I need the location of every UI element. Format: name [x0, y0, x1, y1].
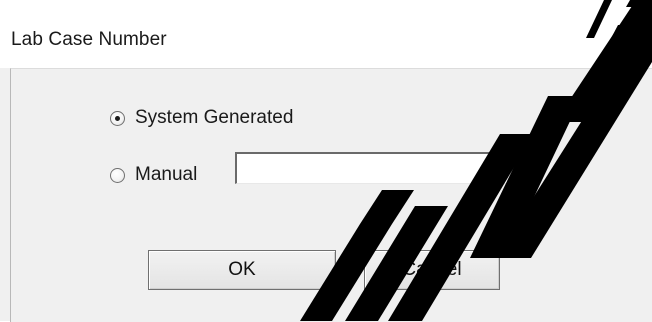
radio-button-unselected-icon[interactable]: [110, 167, 125, 183]
radio-system-generated[interactable]: System Generated: [110, 107, 293, 129]
radio-manual-label[interactable]: Manual: [135, 164, 197, 186]
radio-button-selected-icon[interactable]: [110, 110, 125, 126]
cancel-button[interactable]: Cancel: [364, 250, 500, 290]
radio-manual[interactable]: Manual: [110, 164, 197, 186]
title-bar: Lab Case Number: [0, 0, 652, 68]
lab-case-number-dialog: Lab Case Number System Generated Manual …: [0, 0, 652, 322]
dialog-title: Lab Case Number: [11, 29, 167, 50]
ok-button[interactable]: OK: [148, 250, 336, 290]
radio-system-generated-label[interactable]: System Generated: [135, 107, 293, 129]
manual-case-number-input[interactable]: [235, 152, 540, 184]
